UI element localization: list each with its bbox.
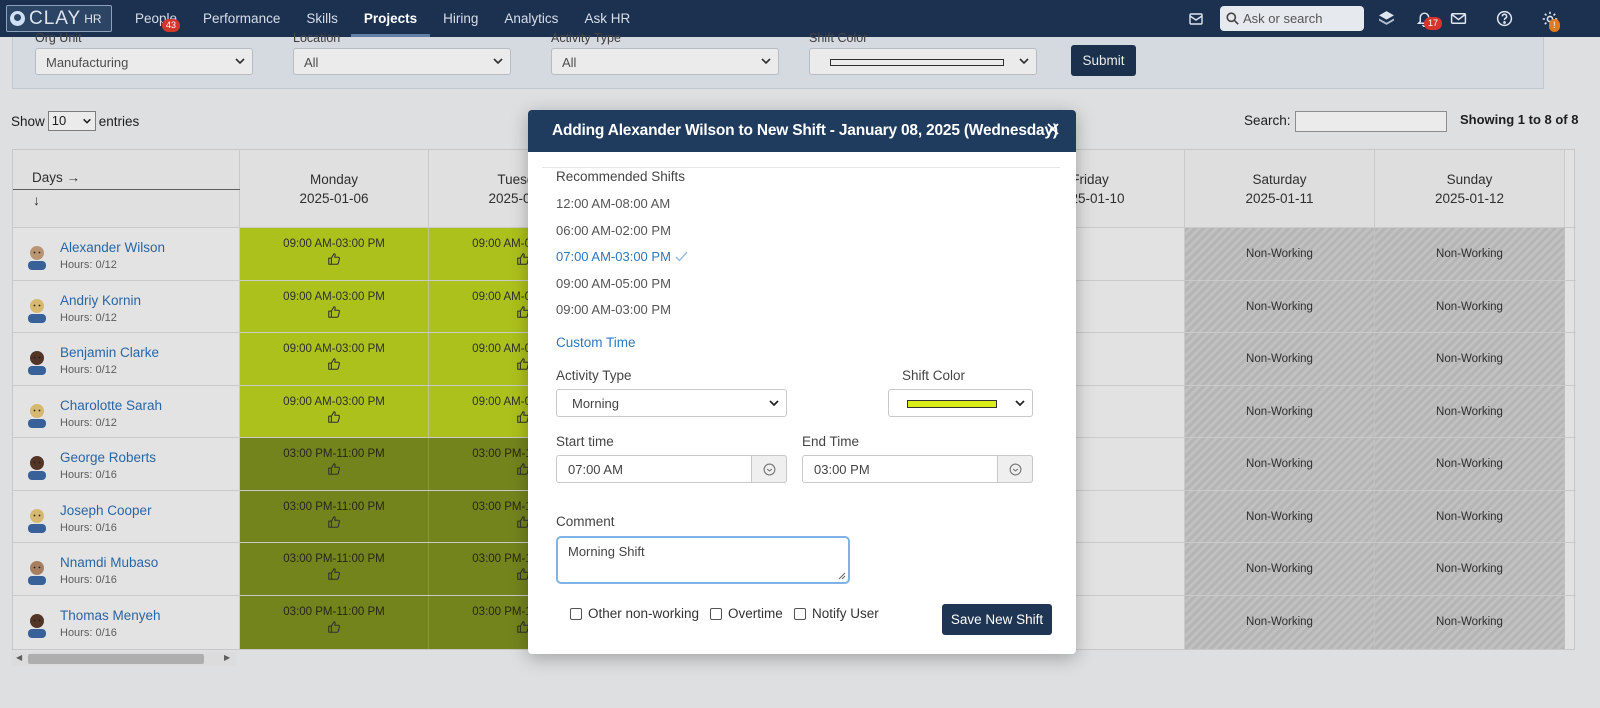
overtime-label: Overtime	[728, 606, 783, 621]
activity-type-label: Activity Type	[556, 368, 632, 383]
end-time-label: End Time	[802, 434, 860, 449]
notify-user-label: Notify User	[812, 606, 879, 621]
search-icon	[1226, 12, 1239, 25]
nav-hiring[interactable]: Hiring	[430, 0, 491, 37]
notify-user-checkbox[interactable]: Notify User	[794, 606, 879, 621]
nav-skills-label: Skills	[306, 11, 338, 26]
activity-type-select[interactable]: Morning	[556, 389, 787, 417]
comment-label: Comment	[556, 514, 615, 529]
nav-people[interactable]: People 43	[122, 0, 190, 37]
mail-icon[interactable]	[1446, 7, 1470, 31]
start-time-label: Start time	[556, 434, 614, 449]
end-time-input[interactable]: 03:00 PM	[802, 455, 1033, 483]
shift-color-swatch	[907, 400, 997, 408]
end-time-picker-button[interactable]	[997, 455, 1033, 483]
custom-time-link[interactable]: Custom Time	[556, 335, 636, 350]
nav-projects-label: Projects	[363, 11, 418, 26]
checkbox-box[interactable]	[570, 607, 582, 620]
nav-performance-label: Performance	[203, 11, 281, 26]
nav-performance[interactable]: Performance	[190, 0, 293, 37]
nav-hiring-label: Hiring	[443, 11, 479, 26]
help-icon[interactable]	[1492, 7, 1516, 31]
recommended-shift-option[interactable]: 09:00 AM-05:00 PM	[556, 276, 671, 291]
resize-grip-icon[interactable]	[838, 572, 846, 580]
modal-header: Adding Alexander Wilson to New Shift - J…	[528, 110, 1076, 152]
start-time-picker-button[interactable]	[751, 455, 787, 483]
shift-color-label: Shift Color	[902, 368, 966, 383]
clayhr-logo[interactable]: CLAY HR	[6, 5, 112, 32]
activity-type-value: Morning	[572, 396, 619, 411]
settings-alert-badge: !	[1549, 18, 1560, 32]
modal-title: Adding Alexander Wilson to New Shift - J…	[552, 122, 1058, 139]
people-count-badge: 43	[162, 19, 181, 32]
clock-icon	[763, 463, 775, 475]
nav-projects[interactable]: Projects	[350, 0, 431, 37]
shift-color-select[interactable]	[888, 389, 1033, 417]
add-shift-modal: Adding Alexander Wilson to New Shift - J…	[528, 110, 1076, 654]
recommended-shift-option[interactable]: 09:00 AM-03:00 PM	[556, 302, 671, 317]
end-time-value: 03:00 PM	[814, 462, 870, 477]
selected-shift-label: 07:00 AM-03:00 PM	[556, 249, 671, 264]
close-icon[interactable]	[1046, 122, 1060, 136]
nav-analytics-label: Analytics	[504, 11, 559, 26]
recommended-shift-option[interactable]: 06:00 AM-02:00 PM	[556, 223, 671, 238]
comment-textarea[interactable]: Morning Shift	[556, 536, 850, 584]
checkmark-icon	[675, 251, 688, 262]
modal-divider	[542, 167, 1060, 168]
search-placeholder: Ask or search	[1243, 11, 1323, 26]
logo-suffix: HR	[84, 11, 102, 26]
logo-text: CLAY	[29, 7, 82, 29]
start-time-value: 07:00 AM	[568, 462, 623, 477]
chevron-down-icon	[1015, 400, 1025, 407]
checkbox-box[interactable]	[794, 607, 806, 620]
other-non-working-checkbox[interactable]: Other non-working	[570, 606, 699, 621]
recommended-shifts-label: Recommended Shifts	[556, 169, 686, 184]
other-non-working-label: Other non-working	[588, 606, 700, 621]
notifications-badge: 17	[1424, 16, 1443, 30]
chevron-down-icon	[769, 400, 779, 407]
logo-mark-icon	[10, 11, 25, 26]
checkbox-box[interactable]	[710, 607, 722, 620]
inbox-check-icon[interactable]	[1184, 7, 1208, 31]
nav-ask-hr-label: Ask HR	[584, 11, 631, 26]
settings-gear-icon[interactable]: !	[1538, 7, 1562, 32]
notifications-bell-icon[interactable]: 17	[1412, 7, 1443, 31]
layers-icon[interactable]	[1374, 7, 1398, 31]
recommended-shift-option-selected[interactable]: 07:00 AM-03:00 PM	[556, 249, 688, 264]
start-time-input[interactable]: 07:00 AM	[556, 455, 787, 483]
clock-icon	[1009, 463, 1021, 475]
recommended-shift-option[interactable]: 12:00 AM-08:00 AM	[556, 196, 670, 211]
top-navigation: CLAY HR People 43 Performance Skills Pro…	[0, 0, 1600, 37]
global-search-input[interactable]: Ask or search	[1220, 6, 1364, 31]
comment-value: Morning Shift	[568, 544, 645, 559]
overtime-checkbox[interactable]: Overtime	[710, 606, 783, 621]
save-new-shift-button[interactable]: Save New Shift	[942, 604, 1052, 635]
